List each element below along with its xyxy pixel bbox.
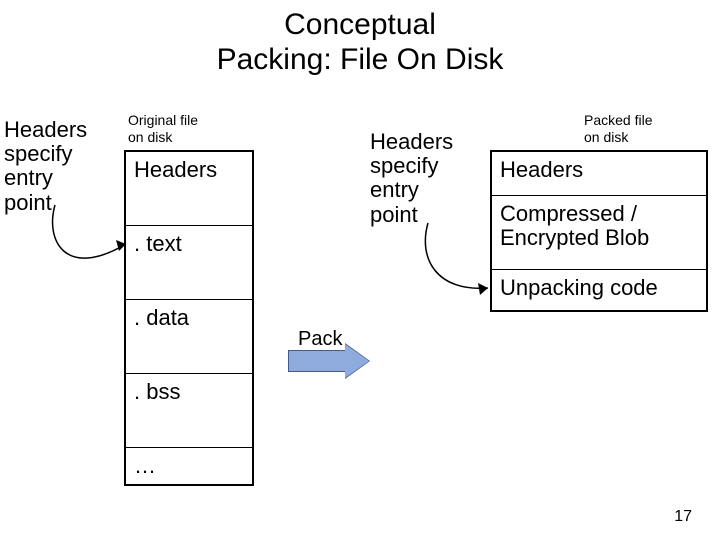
title-line1: Conceptual (284, 8, 436, 41)
left-arrow-icon (40, 200, 150, 300)
packed-seg-headers: Headers (492, 152, 706, 196)
right-arrow-icon (418, 218, 518, 308)
page-number: 17 (674, 508, 692, 526)
packed-file-caption: Packed file on disk (584, 112, 652, 146)
packed-seg-unpack: Unpacking code (492, 270, 706, 310)
orig-seg-bss: . bss (126, 374, 252, 448)
slide-title: Conceptual Packing: File On Disk (0, 0, 720, 77)
pack-label: Pack (298, 328, 342, 351)
packed-file-box: Headers Compressed / Encrypted Blob Unpa… (490, 150, 708, 312)
original-file-caption: Original file on disk (128, 112, 198, 146)
orig-seg-more: … (126, 448, 252, 484)
title-line2: Packing: File On Disk (217, 43, 504, 76)
packed-seg-blob: Compressed / Encrypted Blob (492, 196, 706, 270)
right-entrypoint-annotation: Headers specify entry point (370, 130, 470, 227)
orig-seg-data: . data (126, 300, 252, 374)
